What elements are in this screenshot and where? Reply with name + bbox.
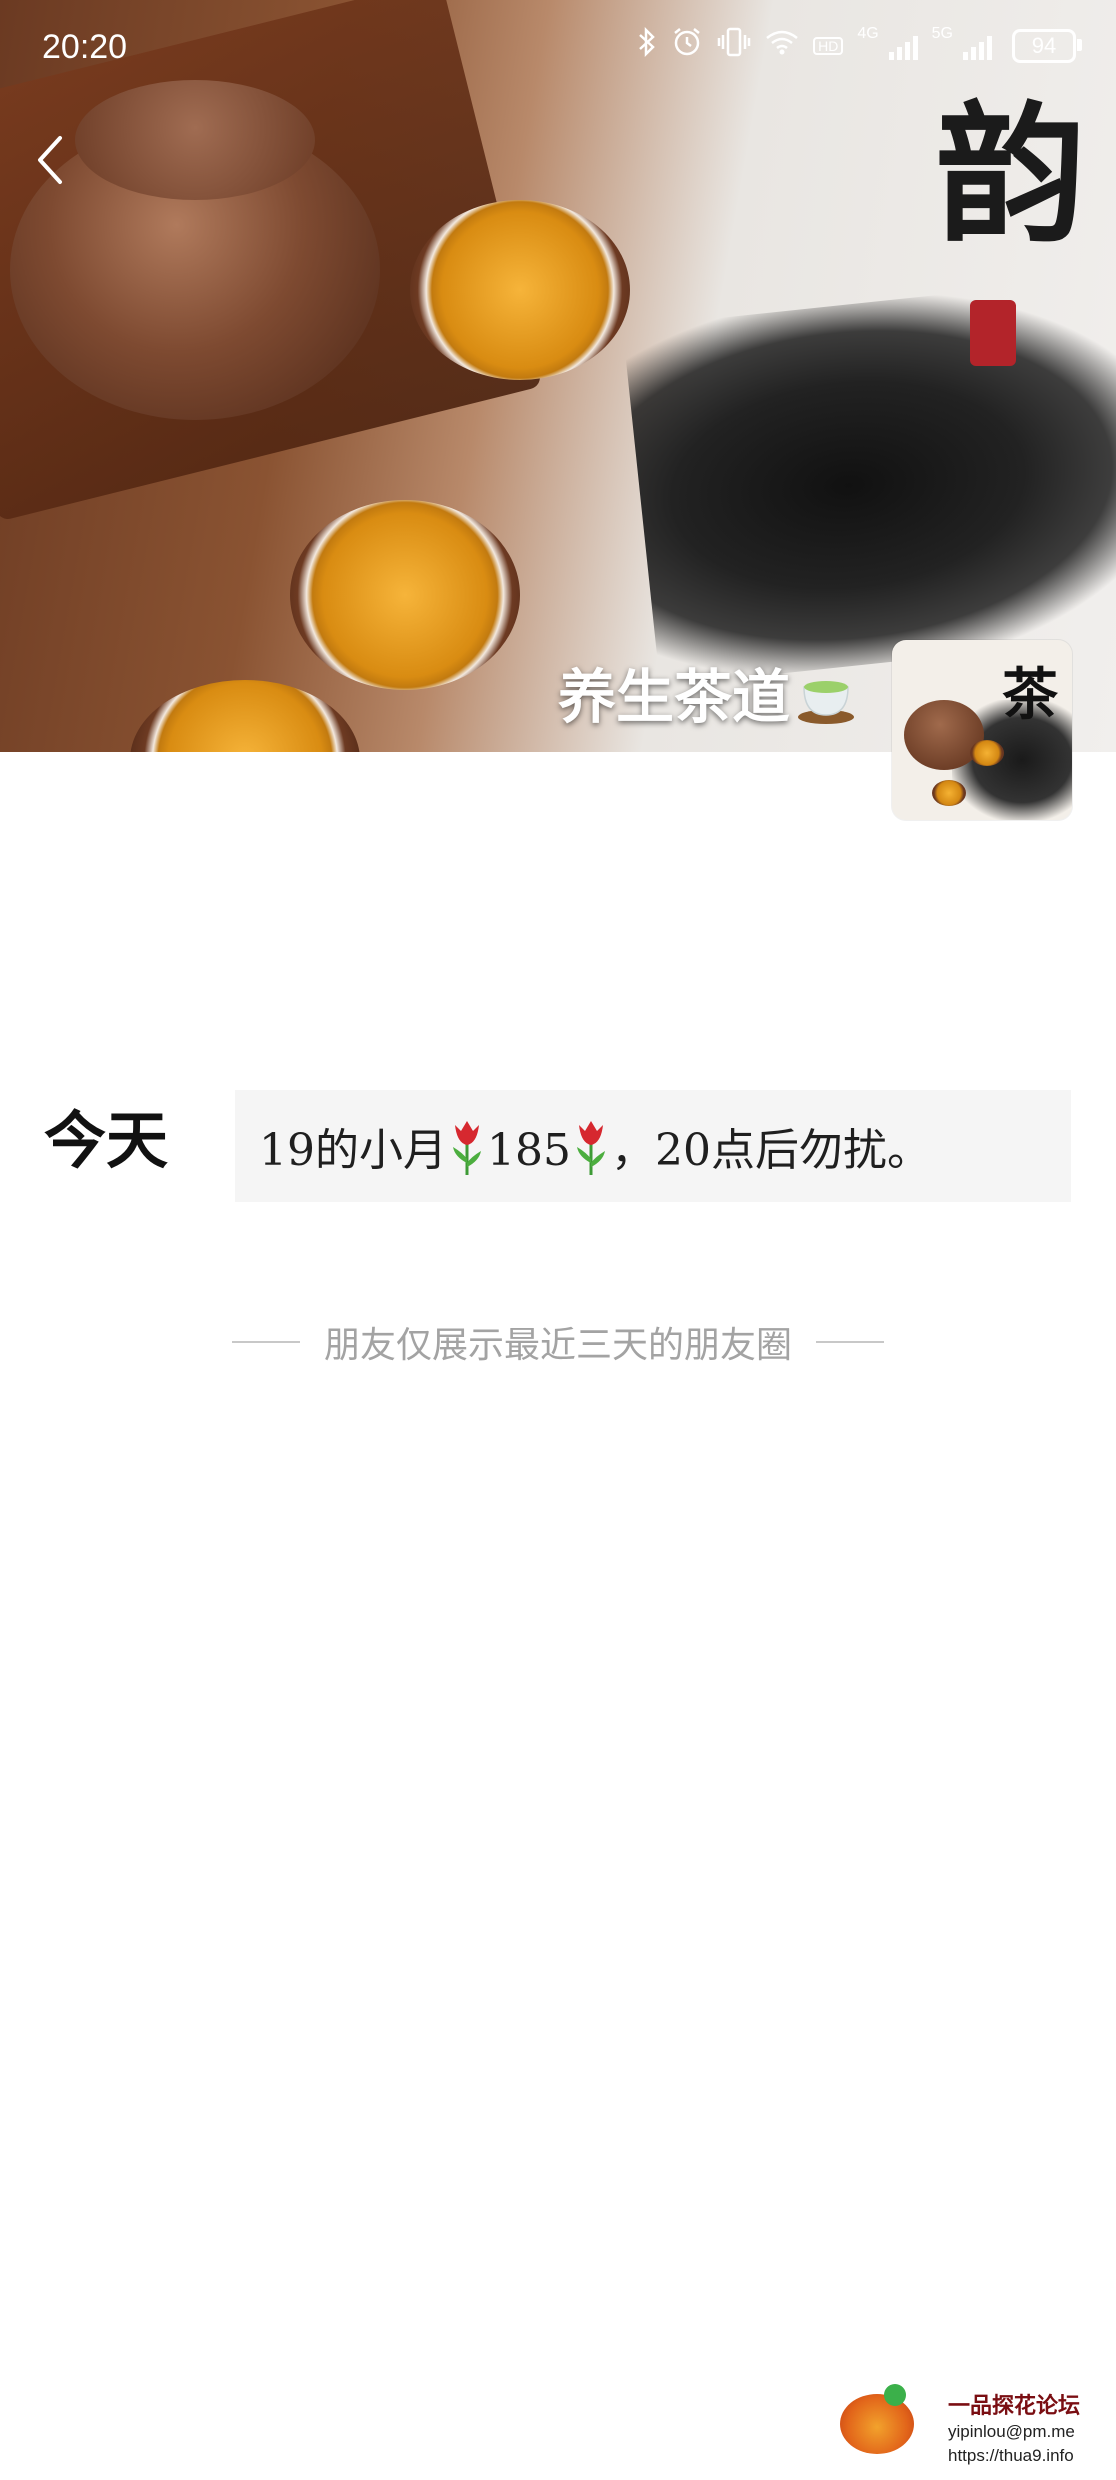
back-arrow-icon bbox=[38, 136, 62, 184]
post-text-part: 185 bbox=[487, 1125, 571, 1176]
tea-cup-shape bbox=[130, 680, 360, 752]
red-seal-stamp bbox=[970, 300, 1016, 366]
watermark-url: https://thua9.info bbox=[948, 2446, 1074, 2465]
vibrate-icon bbox=[717, 26, 751, 65]
watermark: 一品探花论坛 yipinlou@pm.me https://thua9.info bbox=[840, 2380, 1100, 2470]
bluetooth-icon bbox=[637, 26, 657, 64]
avatar-cup-shape bbox=[932, 780, 966, 806]
post-date-label: 今天 bbox=[44, 1104, 169, 1177]
network-label-5g: 5G bbox=[931, 24, 953, 42]
battery-icon: 94 bbox=[1012, 28, 1082, 63]
tea-cup-shape bbox=[410, 200, 630, 380]
wifi-icon bbox=[765, 28, 799, 63]
visibility-limit-notice: 朋友仅展示最近三天的朋友圈 bbox=[0, 1316, 1116, 1368]
post-text: 19的小月 185 ，20点后勿扰。 bbox=[259, 1114, 931, 1178]
back-button[interactable] bbox=[30, 130, 90, 200]
network-label-4g: 4G bbox=[857, 24, 879, 42]
notice-text: 朋友仅展示最近三天的朋友圈 bbox=[323, 1325, 792, 1366]
moments-profile-screen: 韵 20:20 HD 4G 5G 94 养生茶道 茶 今天 19的小月 185 … bbox=[0, 0, 1116, 2480]
status-bar: 20:20 HD 4G 5G 94 bbox=[0, 0, 1116, 100]
divider bbox=[816, 1341, 884, 1343]
watermark-logo bbox=[840, 2384, 914, 2454]
status-time: 20:20 bbox=[42, 28, 128, 66]
tea-cup-shape bbox=[290, 500, 520, 690]
watermark-title: 一品探花论坛 bbox=[948, 2393, 1081, 2418]
ink-brush-stroke bbox=[622, 273, 1116, 687]
watermark-email: yipinlou@pm.me bbox=[948, 2422, 1075, 2441]
status-icons: HD 4G 5G 94 bbox=[637, 24, 1082, 65]
cover-calligraphy: 韵 bbox=[935, 87, 1086, 263]
avatar[interactable]: 茶 bbox=[892, 640, 1072, 820]
post-text-part: ，20点后勿扰。 bbox=[610, 1125, 931, 1176]
post-text-part: 19的小月 bbox=[259, 1125, 447, 1176]
moment-post[interactable]: 19的小月 185 ，20点后勿扰。 bbox=[235, 1090, 1071, 1202]
hd-icon: HD bbox=[813, 36, 844, 55]
tea-cup-icon bbox=[796, 669, 856, 725]
divider bbox=[231, 1341, 300, 1343]
signal-icon bbox=[963, 32, 992, 60]
avatar-cup-shape bbox=[970, 740, 1004, 766]
battery-level: 94 bbox=[1031, 32, 1057, 58]
alarm-icon bbox=[671, 26, 703, 65]
tulip-icon bbox=[447, 1119, 487, 1177]
avatar-calligraphy: 茶 bbox=[1002, 662, 1058, 728]
profile-name-text: 养生茶道 bbox=[557, 663, 790, 731]
signal-icon bbox=[888, 32, 918, 60]
profile-name: 养生茶道 bbox=[558, 650, 856, 734]
tulip-icon bbox=[571, 1119, 611, 1177]
